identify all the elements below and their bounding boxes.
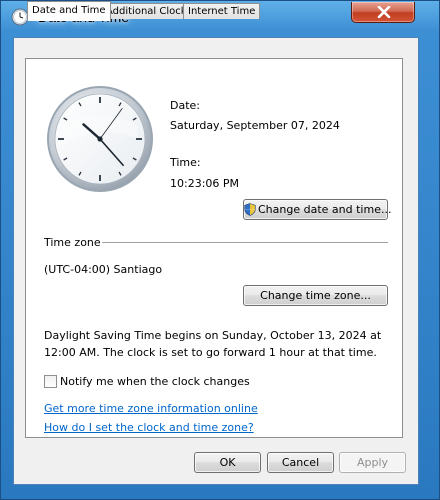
change-date-time-button[interactable]: Change date and time... bbox=[243, 199, 392, 220]
change-time-zone-button[interactable]: Change time zone... bbox=[243, 285, 388, 306]
notify-label[interactable]: Notify me when the clock changes bbox=[60, 375, 250, 388]
uac-shield-icon bbox=[244, 203, 256, 216]
date-value: Saturday, September 07, 2024 bbox=[170, 119, 340, 132]
time-zone-heading: Time zone bbox=[44, 236, 101, 249]
close-button[interactable] bbox=[351, 2, 415, 23]
date-label: Date: bbox=[170, 99, 200, 112]
time-label: Time: bbox=[170, 156, 201, 169]
change-date-time-label: Change date and time... bbox=[258, 203, 392, 216]
date-time-window: Date and Time Date and Time Additional C… bbox=[0, 0, 440, 500]
dst-description: Daylight Saving Time begins on Sunday, O… bbox=[44, 329, 382, 359]
more-time-zone-info-link[interactable]: Get more time zone information online bbox=[44, 402, 258, 415]
close-icon bbox=[377, 6, 391, 18]
tab-date-and-time[interactable]: Date and Time bbox=[27, 1, 111, 21]
time-zone-value: (UTC-04:00) Santiago bbox=[44, 263, 163, 276]
ok-button[interactable]: OK bbox=[194, 452, 261, 473]
apply-button[interactable]: Apply bbox=[339, 452, 406, 473]
time-zone-separator bbox=[102, 242, 388, 243]
time-value: 10:23:06 PM bbox=[170, 177, 240, 190]
notify-checkbox[interactable] bbox=[44, 375, 57, 388]
tab-internet-time[interactable]: Internet Time bbox=[183, 3, 261, 19]
cancel-button[interactable]: Cancel bbox=[267, 452, 334, 473]
analog-clock bbox=[47, 86, 153, 192]
how-to-set-clock-link[interactable]: How do I set the clock and time zone? bbox=[44, 421, 254, 434]
